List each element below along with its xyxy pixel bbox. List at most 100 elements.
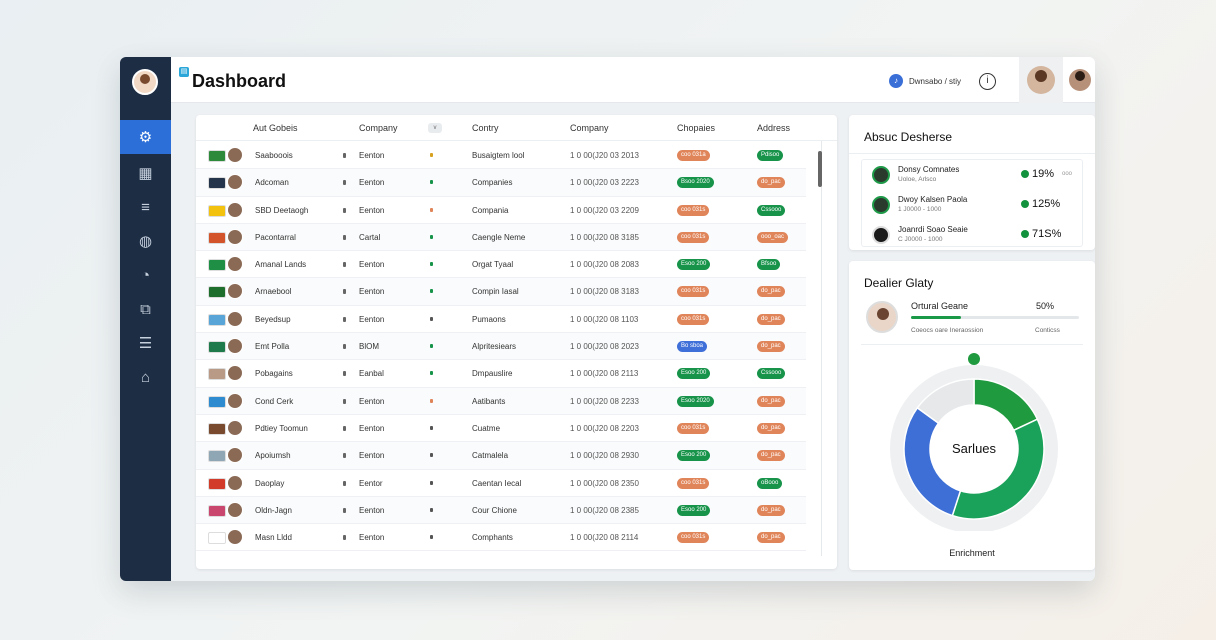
row-badge[interactable]: do_pac [757,504,785,516]
info-icon[interactable]: i [979,73,996,90]
column-filter-button[interactable]: v [428,123,442,133]
row-badge[interactable]: do_pac [757,313,785,325]
user-menu[interactable]: ♪ Dwnsabo / stiy [889,74,961,88]
donut-caption: Enrichment [949,548,995,558]
row-badge[interactable]: Bsoo 2020 [677,177,714,189]
sidebar-item[interactable]: ◔ [120,258,171,292]
list-icon: ☰ [138,335,153,352]
sidebar-item[interactable]: ◍ [120,224,171,258]
row-badge[interactable]: Esoo 200 [677,504,711,516]
row-badge[interactable]: do_pac [757,395,785,407]
sidebar-item[interactable]: ⚙ [120,120,171,154]
table-row[interactable]: Oldn-Jagn Eenton Cour Chione 1 0 00(J20 08 … [196,496,806,525]
column-header[interactable]: Company [570,123,609,133]
column-header[interactable]: Contry [472,123,499,133]
row-badge[interactable]: coo 031s [677,532,710,544]
row-badge[interactable]: coo 031s [677,286,710,298]
row-avatar [227,283,243,300]
row-badge[interactable]: coo 031s [677,422,710,434]
row-status-dot [430,398,433,403]
column-header[interactable]: Aut Gobeis [253,123,298,133]
table-row[interactable]: Adcoman Eenton Companies 1 0 00(J20 03 2223… [196,169,806,197]
row-name: Pacontarral [255,232,296,242]
summary-item[interactable]: Donsy Comnates Uoloe, Arlsco 19% ooo [862,161,1084,191]
row-avatar [227,201,243,218]
row-badge[interactable]: do_pac [757,450,785,462]
row-badge[interactable]: Cssooo [757,368,786,380]
row-badge[interactable]: do_pac [757,532,785,544]
table-row[interactable]: SBD Deetaogh Eenton Compania 1 0 00(J20 03 … [196,197,806,224]
table-row[interactable]: Daoplay Eentor Caentan Iecal 1 0 00(J20 08 … [196,470,806,497]
column-header[interactable]: Address [757,123,790,133]
row-badge[interactable]: Esoo 200 [677,368,711,380]
row-avatar [227,310,243,327]
row-name: Amanal Lands [255,260,307,270]
row-badge[interactable]: coo 031s [677,231,710,243]
row-badge[interactable]: coo 031s [677,313,710,325]
row-badge[interactable]: Esoo 200 [677,259,711,271]
row-country: Busaigtem lool [472,151,525,160]
row-badge[interactable]: do_pac [757,341,785,353]
row-badge[interactable]: do_pac [757,286,785,298]
donut-marker-icon[interactable] [968,353,980,365]
row-country: Compin Iasal [472,287,519,297]
dealer-progress-bar [911,316,1079,319]
summary-item[interactable]: Dwoy Kalsen Paola 1 J0000 - 1000 125% [862,191,1084,221]
table-row[interactable]: Pdtiey Toomun Eenton Cuatme 1 0 00(J20 08 2… [196,415,806,443]
table-row[interactable]: Masn Lldd Eenton Comphants 1 0 00(J20 08 21… [196,524,806,552]
sidebar-item[interactable]: ☰ [120,326,171,360]
secondary-avatar[interactable] [1069,69,1091,91]
row-badge[interactable]: Esoo 200 [677,450,711,462]
row-badge[interactable]: Bo sboa [677,341,708,353]
row-badge[interactable]: ooo_oac [757,231,789,243]
row-badge[interactable]: Bfsoo [757,259,781,271]
column-header[interactable]: Company [359,123,398,133]
summary-value: 19% [1032,168,1055,180]
row-phone: 1 0 00(J20 08 2930 [570,451,639,461]
table-row[interactable]: Cond Cerk Eenton Aatibants 1 0 00(J20 08 22… [196,387,806,415]
row-badge[interactable]: oBooo [757,477,783,489]
row-status-dot [430,234,433,239]
table-body: Saabooois Eenton Busaigtem lool 1 0 00(J20 … [196,142,806,552]
summary-item[interactable]: Joanrdi Soao Seaie C J0000 - 1000 71S% [862,221,1084,251]
row-thumbnail [208,286,226,299]
row-company: Eenton [359,505,385,515]
user-avatar[interactable] [132,69,158,95]
row-phone: 1 0 00(J20 08 2023 [570,342,639,352]
row-badge[interactable]: coo 031s [677,204,710,216]
row-badge[interactable]: coo 031s [677,477,710,489]
row-marker-icon [343,316,346,322]
table-row[interactable]: Emt Polla BlOM Alpritesiears 1 0 00(J20 08 … [196,333,806,361]
row-phone: 1 0 00(J20 03 2209 [570,205,639,215]
scrollbar-thumb[interactable] [818,151,822,187]
row-badge[interactable]: Pdisoo [757,150,784,161]
row-country: Catmalela [472,451,509,461]
table-row[interactable]: Amanal Lands Eenton Orgat Tyaal 1 0 00(J20 … [196,251,806,279]
row-phone: 1 0 00(J20 08 3185 [570,232,639,242]
row-badge[interactable]: Esoo 2020 [677,395,714,407]
row-badge[interactable]: Cssooo [757,204,786,216]
table-row[interactable]: Pacontarral Cartal Caengle Neme 1 0 00(J20 … [196,223,806,252]
row-thumbnail [208,177,226,190]
table-row[interactable]: Pobagains Eanbal Dmpauslire 1 0 00(J20 08 2… [196,360,806,388]
table-row[interactable]: Beyedsup Eenton Pumaons 1 0 00(J20 08 1103 c… [196,306,806,334]
sidebar-item[interactable]: ⧉ [120,292,171,326]
table-row[interactable]: Apoiumsh Eenton Catmalela 1 0 00(J20 08 293… [196,442,806,470]
summary-avatar [872,166,890,184]
sidebar-item[interactable]: ▦ [120,156,171,190]
row-badge[interactable]: do_pac [757,422,785,434]
table-row[interactable]: Saabooois Eenton Busaigtem lool 1 0 00(J20 … [196,142,806,170]
profile-avatar-box[interactable] [1019,57,1063,103]
row-company: BlOM [359,342,379,352]
row-country: Companies [472,178,513,188]
row-thumbnail [208,504,226,517]
row-phone: 1 0 00(J20 08 1103 [570,314,639,324]
row-badge[interactable]: do_pac [757,177,785,189]
top-bar: ▤ Dashboard ♪ Dwnsabo / stiy i [171,57,1095,103]
table-row[interactable]: Arnaebool Eenton Compin Iasal 1 0 00(J20 08… [196,278,806,306]
sidebar-item[interactable]: ≡ [120,190,171,224]
column-header[interactable]: Chopaies [677,123,715,133]
row-badge[interactable]: coo 031a [677,150,710,161]
row-avatar [227,501,243,518]
sidebar-item[interactable]: ⌂ [120,360,171,394]
